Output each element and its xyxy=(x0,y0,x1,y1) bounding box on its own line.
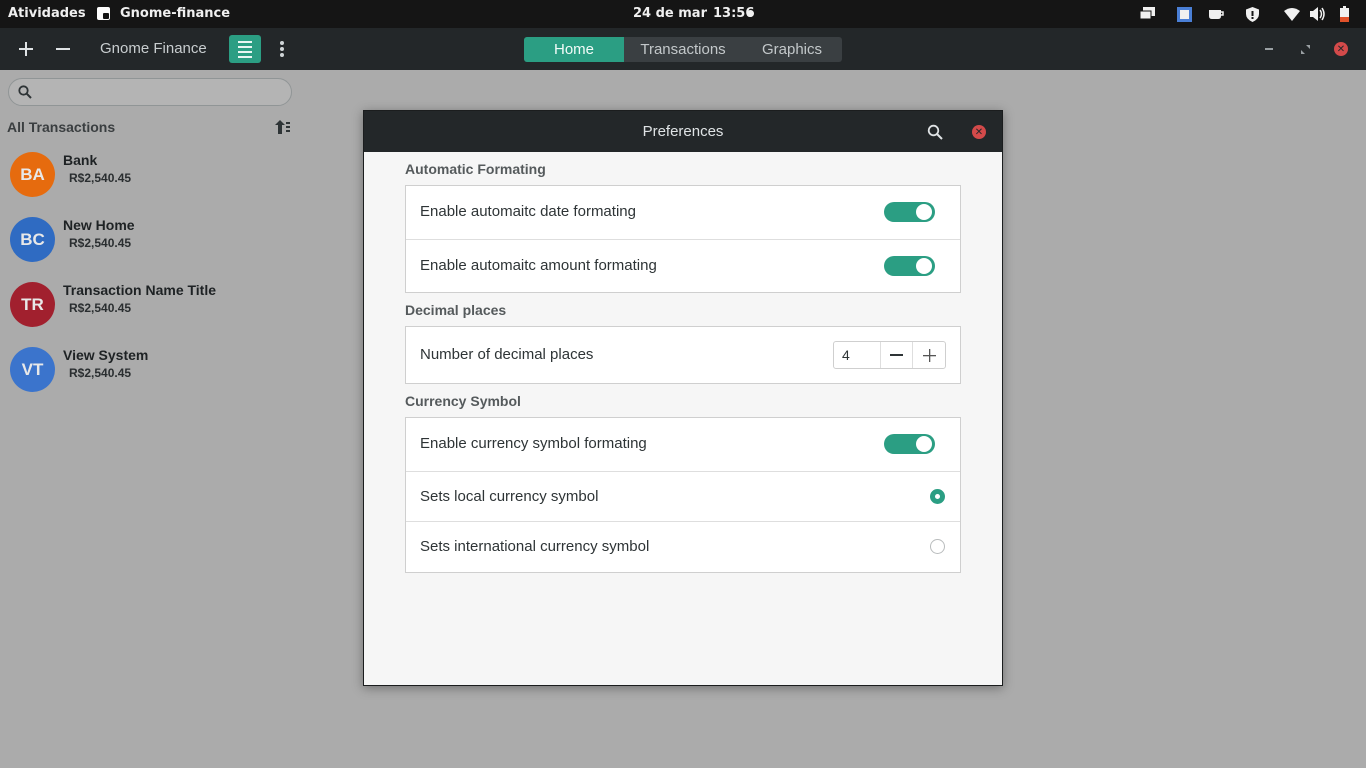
transaction-amount: R$2,540.45 xyxy=(69,301,132,315)
list-item[interactable]: VT View System R$2,540.45 xyxy=(10,347,290,395)
list-item[interactable]: BC New Home R$2,540.45 xyxy=(10,217,290,265)
preferences-dialog: Preferences ✕ Automatic Formating Enable… xyxy=(363,110,1003,686)
dialog-title: Preferences xyxy=(642,123,724,140)
add-icon[interactable] xyxy=(14,35,38,63)
currency-enable-switch[interactable] xyxy=(884,434,935,454)
screen-icon[interactable] xyxy=(1140,6,1156,22)
currency-enable-label: Enable currency symbol formating xyxy=(420,435,647,452)
transaction-name: Bank xyxy=(63,152,98,168)
avatar: BA xyxy=(10,152,55,197)
decimal-label: Number of decimal places xyxy=(420,346,594,363)
volume-icon[interactable] xyxy=(1310,6,1326,22)
app-icon xyxy=(97,7,110,20)
tab-home[interactable]: Home xyxy=(524,37,624,62)
clock-date: 24 de mar xyxy=(633,6,707,21)
notification-dot-icon xyxy=(747,10,754,17)
transaction-name: View System xyxy=(63,347,149,363)
decrement-button[interactable] xyxy=(881,342,913,368)
remove-icon[interactable] xyxy=(51,35,75,63)
shield-icon[interactable] xyxy=(1244,6,1260,22)
activities-button[interactable]: Atividades xyxy=(8,6,86,21)
top-bar: Atividades Gnome-finance 24 de mar 13:56 xyxy=(0,0,1366,28)
local-currency-row[interactable]: Sets local currency symbol xyxy=(406,471,960,521)
search-icon[interactable] xyxy=(927,124,943,140)
date-format-switch[interactable] xyxy=(884,202,935,222)
search-input[interactable] xyxy=(8,78,292,106)
window-close-icon[interactable]: ✕ xyxy=(1334,42,1348,56)
date-format-row: Enable automaitc date formating xyxy=(406,186,960,239)
auto-format-frame: Enable automaitc date formating Enable a… xyxy=(405,185,961,293)
amount-format-row: Enable automaitc amount formating xyxy=(406,239,960,292)
local-currency-label: Sets local currency symbol xyxy=(420,488,599,505)
currency-enable-row: Enable currency symbol formating xyxy=(406,418,960,471)
list-item[interactable]: BA Bank R$2,540.45 xyxy=(10,152,290,200)
kebab-icon[interactable] xyxy=(280,41,284,57)
increment-button[interactable] xyxy=(913,342,945,368)
wifi-icon[interactable] xyxy=(1284,6,1300,22)
list-item[interactable]: TR Transaction Name Title R$2,540.45 xyxy=(10,282,290,330)
view-switcher: Home Transactions Graphics xyxy=(524,37,842,62)
search-icon xyxy=(18,85,32,99)
date-format-label: Enable automaitc date formating xyxy=(420,203,636,220)
keyboard-icon[interactable] xyxy=(1176,6,1192,22)
intl-currency-label: Sets international currency symbol xyxy=(420,538,650,555)
sort-icon[interactable] xyxy=(275,120,291,134)
plus-icon xyxy=(922,348,936,362)
intl-currency-radio[interactable] xyxy=(930,539,945,554)
battery-icon[interactable] xyxy=(1336,6,1352,22)
decimal-stepper: 4 xyxy=(833,341,946,369)
close-icon[interactable]: ✕ xyxy=(972,125,986,139)
section-title-auto: Automatic Formating xyxy=(405,161,546,177)
section-title-decimal: Decimal places xyxy=(405,302,507,318)
avatar: BC xyxy=(10,217,55,262)
transaction-name: Transaction Name Title xyxy=(63,282,217,298)
decimal-row: Number of decimal places 4 xyxy=(406,327,960,383)
transaction-name: New Home xyxy=(63,217,135,233)
transaction-amount: R$2,540.45 xyxy=(69,171,132,185)
dialog-header: Preferences ✕ xyxy=(364,111,1002,152)
minus-icon xyxy=(890,354,903,356)
intl-currency-row[interactable]: Sets international currency symbol xyxy=(406,521,960,572)
app-menu[interactable]: Gnome-finance xyxy=(97,6,230,21)
currency-frame: Enable currency symbol formating Sets lo… xyxy=(405,417,961,573)
minimize-icon[interactable] xyxy=(1262,42,1276,56)
tab-graphics[interactable]: Graphics xyxy=(742,37,842,62)
transaction-amount: R$2,540.45 xyxy=(69,366,132,380)
transactions-heading: All Transactions xyxy=(7,119,116,135)
amount-format-switch[interactable] xyxy=(884,256,935,276)
section-title-currency: Currency Symbol xyxy=(405,393,521,409)
local-currency-radio[interactable] xyxy=(930,489,945,504)
clock[interactable]: 24 de mar 13:56 xyxy=(633,6,754,21)
decimal-value[interactable]: 4 xyxy=(834,342,881,368)
maximize-icon[interactable] xyxy=(1298,42,1312,56)
avatar: VT xyxy=(10,347,55,392)
amount-format-label: Enable automaitc amount formating xyxy=(420,257,657,274)
transaction-amount: R$2,540.45 xyxy=(69,236,132,250)
header-bar: Gnome Finance Home Transactions Graphics… xyxy=(0,28,1366,70)
menu-icon[interactable] xyxy=(229,35,261,63)
tab-transactions[interactable]: Transactions xyxy=(624,37,742,62)
decimal-frame: Number of decimal places 4 xyxy=(405,326,961,384)
app-menu-label: Gnome-finance xyxy=(120,6,231,21)
avatar: TR xyxy=(10,282,55,327)
app-title: Gnome Finance xyxy=(100,40,207,57)
cup-icon[interactable] xyxy=(1208,6,1224,22)
